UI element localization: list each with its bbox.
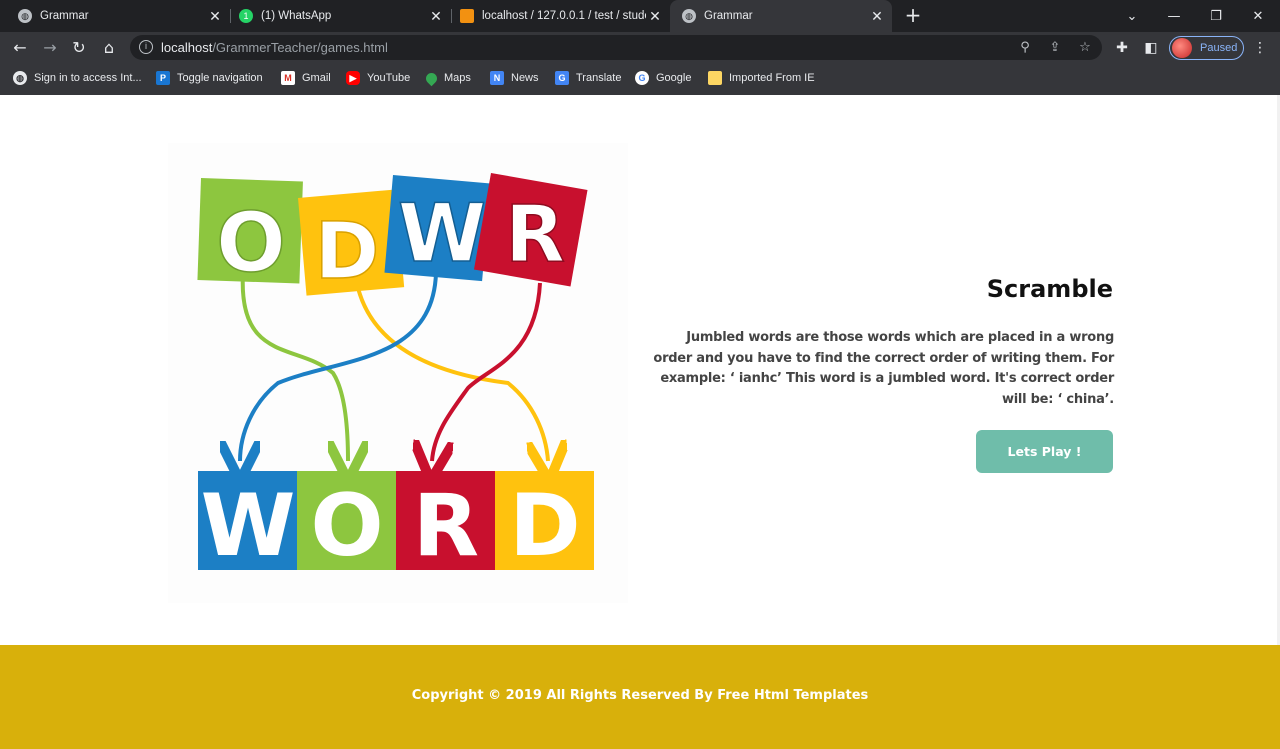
bookmark-sign-in[interactable]: ◍ Sign in to access Int... [13, 63, 142, 93]
bookmark-gmail[interactable]: M Gmail [281, 63, 331, 93]
bookmark-label: News [511, 72, 539, 84]
tab-phpmyadmin[interactable]: localhost / 127.0.0.1 / test / stude ✕ [442, 0, 670, 32]
globe-icon: ◍ [13, 71, 27, 85]
bookmark-news[interactable]: N News [490, 63, 539, 93]
close-icon[interactable]: ✕ [646, 8, 664, 25]
tab-title: Grammar [704, 10, 753, 22]
youtube-icon: ▶ [346, 71, 360, 85]
new-tab-button[interactable]: + [902, 5, 924, 27]
tab-title: localhost / 127.0.0.1 / test / stude [482, 10, 646, 22]
restore-icon[interactable]: ❐ [1196, 0, 1236, 32]
bookmarks-bar: ◍ Sign in to access Int... P Toggle navi… [0, 63, 1280, 95]
site-info-icon[interactable]: i [139, 40, 153, 54]
word-letter-4: D [509, 476, 580, 576]
arrow-w [240, 272, 438, 461]
tab-title: Grammar [40, 10, 89, 22]
folder-icon [708, 71, 722, 85]
tab-title: (1) WhatsApp [261, 10, 332, 22]
zoom-icon[interactable]: ⚲ [1016, 39, 1034, 57]
footer: Copyright © 2019 All Rights Reserved By … [0, 645, 1280, 749]
scramble-graphic: O D W R W O R D [197, 173, 594, 576]
news-icon: N [490, 71, 504, 85]
tab-search-icon[interactable]: ⌄ [1112, 0, 1152, 32]
url-text[interactable]: localhost/GrammerTeacher/games.html [161, 40, 388, 55]
browser-tab-strip: ◍ Grammar ✕ 1 (1) WhatsApp ✕ localhost /… [0, 0, 1280, 32]
minimize-icon[interactable]: — [1154, 0, 1194, 32]
window-close-icon[interactable]: ✕ [1238, 0, 1278, 32]
profile-button[interactable]: Paused [1169, 36, 1244, 60]
address-bar[interactable]: i localhost/GrammerTeacher/games.html ⚲ … [130, 35, 1102, 60]
tab-whatsapp[interactable]: 1 (1) WhatsApp ✕ [221, 0, 451, 32]
arrow-d [356, 287, 548, 461]
bookmark-label: YouTube [367, 72, 411, 84]
lets-play-button[interactable]: Lets Play ! [976, 430, 1113, 473]
share-icon[interactable]: ⇪ [1046, 39, 1064, 57]
bookmark-star-icon[interactable]: ☆ [1076, 39, 1094, 57]
forward-icon[interactable]: → [36, 32, 64, 63]
menu-icon[interactable]: ⋮ [1250, 38, 1270, 58]
word-scramble-illustration: O D W R W O R D [168, 143, 628, 603]
scrambled-letter-3: W [398, 187, 486, 280]
scrambled-letter-1: O [216, 196, 286, 291]
bookmark-label: Imported From IE [729, 72, 815, 84]
close-icon[interactable]: ✕ [868, 8, 886, 25]
bookmark-imported-from-ie[interactable]: Imported From IE [708, 63, 815, 93]
google-icon: G [635, 71, 649, 85]
tab-grammar-active[interactable]: ◍ Grammar ✕ [670, 0, 892, 32]
maps-icon [423, 70, 440, 86]
bookmark-label: Gmail [302, 72, 331, 84]
word-letter-1: W [201, 476, 296, 576]
word-letter-2: O [310, 476, 383, 576]
scrambled-letter-2: D [315, 207, 380, 297]
bookmark-maps[interactable]: Maps [423, 63, 471, 93]
bookmark-label: Translate [576, 72, 622, 84]
game-title: Scramble [986, 275, 1113, 303]
translate-icon: G [555, 71, 569, 85]
side-panel-icon[interactable]: ◧ [1141, 38, 1161, 58]
globe-icon: ◍ [682, 9, 696, 23]
scrambled-letter-4: R [505, 190, 565, 280]
copyright-text: Copyright © 2019 All Rights Reserved By … [411, 688, 869, 703]
browser-toolbar: ← → ↻ ⌂ i localhost/GrammerTeacher/games… [0, 32, 1280, 63]
back-icon[interactable]: ← [6, 32, 34, 63]
tab-grammar-1[interactable]: ◍ Grammar ✕ [0, 0, 230, 32]
profile-status: Paused [1200, 42, 1238, 54]
bookmark-label: Toggle navigation [177, 72, 263, 84]
avatar [1172, 38, 1192, 58]
game-description: Jumbled words are those words which are … [653, 330, 1114, 407]
bookmark-label: Sign in to access Int... [34, 72, 142, 84]
globe-icon: ◍ [18, 9, 32, 23]
url-host: localhost [161, 40, 213, 55]
url-path: /GrammerTeacher/games.html [212, 40, 388, 55]
reload-icon[interactable]: ↻ [65, 32, 93, 63]
bookmark-label: Maps [444, 72, 471, 84]
bookmark-label: Google [656, 72, 692, 84]
gmail-icon: M [281, 71, 295, 85]
bookmark-toggle-navigation[interactable]: P Toggle navigation [156, 63, 263, 93]
pointer-icon: P [156, 71, 170, 85]
whatsapp-icon: 1 [239, 9, 253, 23]
home-icon[interactable]: ⌂ [95, 32, 123, 63]
bookmark-translate[interactable]: G Translate [555, 63, 621, 93]
word-letter-3: R [413, 476, 479, 576]
extensions-icon[interactable]: ✚ [1112, 38, 1132, 58]
bookmark-google[interactable]: G Google [635, 63, 691, 93]
page-content: O D W R W O R D Scramble Jumbled words a… [0, 95, 1280, 645]
phpmyadmin-icon [460, 9, 474, 23]
bookmark-youtube[interactable]: ▶ YouTube [346, 63, 410, 93]
